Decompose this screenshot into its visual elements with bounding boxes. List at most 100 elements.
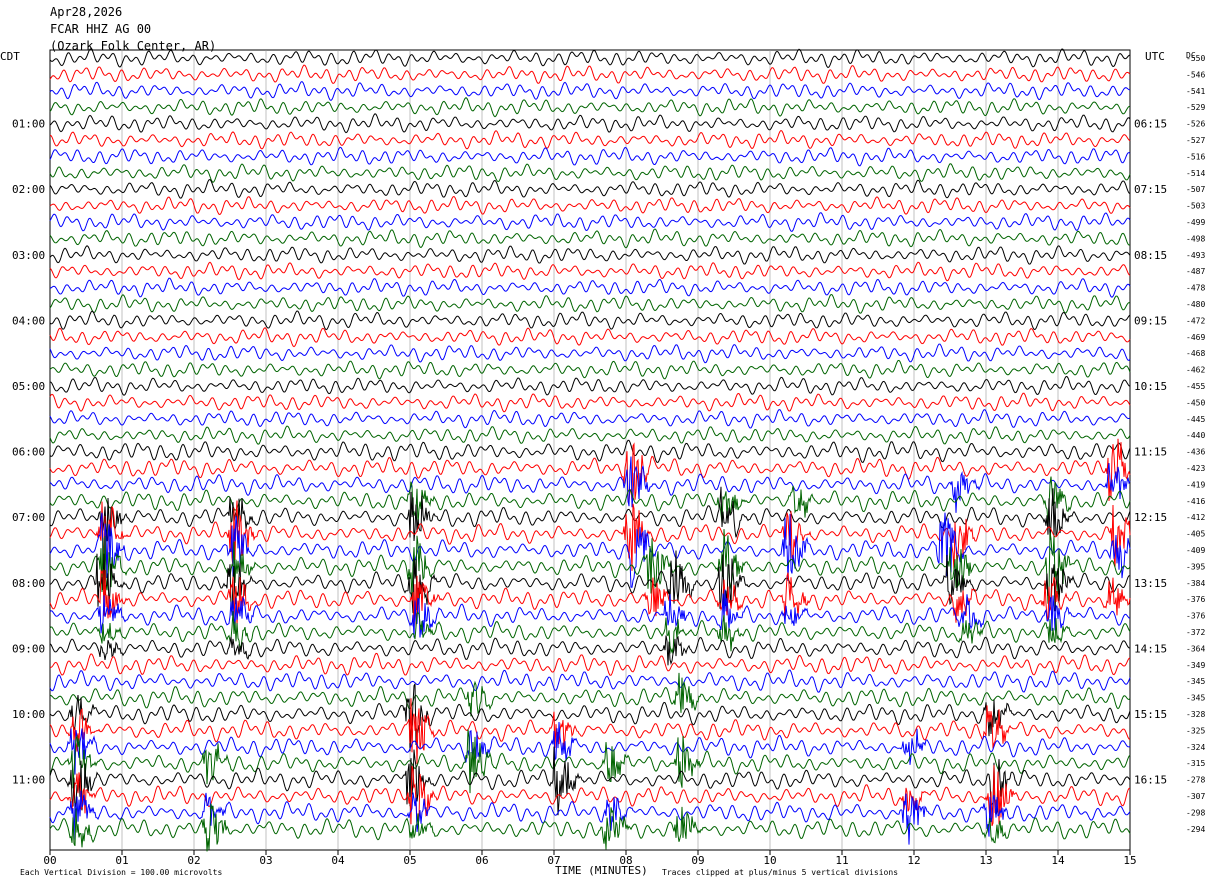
cdt-time-label: 10:00 [12, 708, 45, 721]
utc-time-label: 09:15 [1134, 314, 1167, 327]
dc-offset-label: -278 [1186, 776, 1205, 785]
trace-row-43 [49, 729, 1131, 794]
dc-offset-label: -349 [1186, 661, 1205, 670]
trace-row-11 [49, 228, 1131, 249]
dc-offset-label: -364 [1186, 644, 1205, 653]
dc-offset-label: -325 [1186, 726, 1205, 735]
dc-offset-label: -345 [1186, 694, 1205, 703]
x-tick-label: 05 [403, 854, 416, 867]
trace-row-33 [49, 569, 1131, 627]
x-tick-label: 15 [1123, 854, 1136, 867]
dc-offset-label: -372 [1186, 628, 1205, 637]
trace-row-30 [49, 512, 1131, 588]
x-tick-label: 10 [763, 854, 776, 867]
trace-row-10 [49, 212, 1131, 232]
utc-time-label: 14:15 [1134, 642, 1167, 655]
dc-offset-label: -307 [1186, 792, 1205, 801]
x-tick-label: 04 [331, 854, 345, 867]
dc-offset-label: -315 [1186, 759, 1205, 768]
dc-offset-label: -472 [1186, 316, 1205, 325]
trace-row-20 [49, 375, 1131, 396]
x-tick-label: 11 [835, 854, 848, 867]
dc-offset-label: -395 [1186, 562, 1205, 571]
dc-offset-label: -529 [1186, 103, 1205, 112]
utc-time-label: 11:15 [1134, 446, 1167, 459]
utc-time-label: 12:15 [1134, 511, 1167, 524]
cdt-time-label: 06:00 [12, 446, 45, 459]
dc-offset-label: -507 [1186, 185, 1205, 194]
x-tick-label: 14 [1051, 854, 1065, 867]
cdt-time-label: 01:00 [12, 118, 45, 131]
trace-row-19 [49, 359, 1131, 380]
utc-time-label: 10:15 [1134, 380, 1167, 393]
trace-row-34 [49, 589, 1131, 638]
dc-offset-label: -445 [1186, 415, 1205, 424]
trace-row-4 [49, 113, 1131, 134]
dc-offset-label: -376 [1186, 612, 1205, 621]
trace-row-21 [49, 392, 1131, 413]
dc-offset-label: -468 [1186, 349, 1205, 358]
dc-offset-label: -469 [1186, 333, 1205, 342]
dc-offset-label: -526 [1186, 120, 1205, 129]
cdt-time-label: 08:00 [12, 577, 45, 590]
trace-row-15 [49, 293, 1131, 314]
dc-offset-label: -478 [1186, 284, 1205, 293]
trace-row-0 [49, 48, 1131, 69]
trace-row-13 [49, 261, 1131, 282]
dc-offset-label: -514 [1186, 169, 1205, 178]
trace-row-2 [49, 81, 1131, 101]
x-axis-title: TIME (MINUTES) [555, 864, 648, 877]
x-tick-label: 02 [187, 854, 200, 867]
trace-row-40 [49, 683, 1131, 752]
dc-offset-label: -384 [1186, 579, 1205, 588]
trace-row-22 [49, 409, 1131, 429]
clip-note: Traces clipped at plus/minus 5 vertical … [662, 868, 898, 877]
x-tick-label: 00 [43, 854, 56, 867]
dc-offset-label: -294 [1186, 825, 1205, 834]
dc-offset-label: -376 [1186, 595, 1205, 604]
utc-time-label: 16:15 [1134, 774, 1167, 787]
dc-offset-label: -498 [1186, 234, 1205, 243]
cdt-time-label: 07:00 [12, 511, 45, 524]
x-tick-label: 06 [475, 854, 488, 867]
utc-time-label: 08:15 [1134, 249, 1167, 262]
utc-axis-label: UTC [1145, 50, 1165, 63]
dc-offset-label: -527 [1186, 136, 1205, 145]
trace-row-37 [49, 652, 1131, 676]
utc-time-label: 07:15 [1134, 183, 1167, 196]
x-tick-label: 07 [547, 854, 560, 867]
trace-row-36 [49, 635, 1131, 666]
trace-row-23 [49, 425, 1131, 445]
cdt-time-label: 04:00 [12, 314, 45, 327]
utc-time-label: 06:15 [1134, 118, 1167, 131]
dc-offset-label: -499 [1186, 218, 1205, 227]
x-tick-label: 08 [619, 854, 632, 867]
dc-offset-label: -440 [1186, 431, 1205, 440]
dc-offset-label: -405 [1186, 530, 1205, 539]
trace-row-39 [49, 672, 1131, 717]
dc-offset-label: -493 [1186, 251, 1205, 260]
x-tick-label: 12 [907, 854, 920, 867]
dc-offset-label: -487 [1186, 267, 1205, 276]
cdt-time-label: 09:00 [12, 642, 45, 655]
trace-row-31 [49, 529, 1131, 604]
trace-row-35 [49, 611, 1131, 655]
dc-offset-label: -516 [1186, 152, 1205, 161]
trace-row-18 [49, 343, 1131, 364]
x-tick-label: 09 [691, 854, 704, 867]
trace-row-12 [49, 245, 1131, 265]
trace-row-16 [49, 310, 1131, 331]
trace-row-14 [49, 277, 1131, 298]
cdt-time-label: 03:00 [12, 249, 45, 262]
trace-row-17 [49, 327, 1131, 348]
dc-offset-label: -550 [1186, 54, 1205, 63]
dc-offset-label: -409 [1186, 546, 1205, 555]
trace-row-1 [49, 64, 1131, 84]
dc-offset-label: -345 [1186, 677, 1205, 686]
dc-offset-label: -462 [1186, 366, 1205, 375]
trace-row-7 [49, 163, 1131, 183]
dc-offset-label: -503 [1186, 202, 1205, 211]
x-tick-label: 13 [979, 854, 992, 867]
cdt-time-label: 02:00 [12, 183, 45, 196]
dc-offset-label: -412 [1186, 513, 1205, 522]
